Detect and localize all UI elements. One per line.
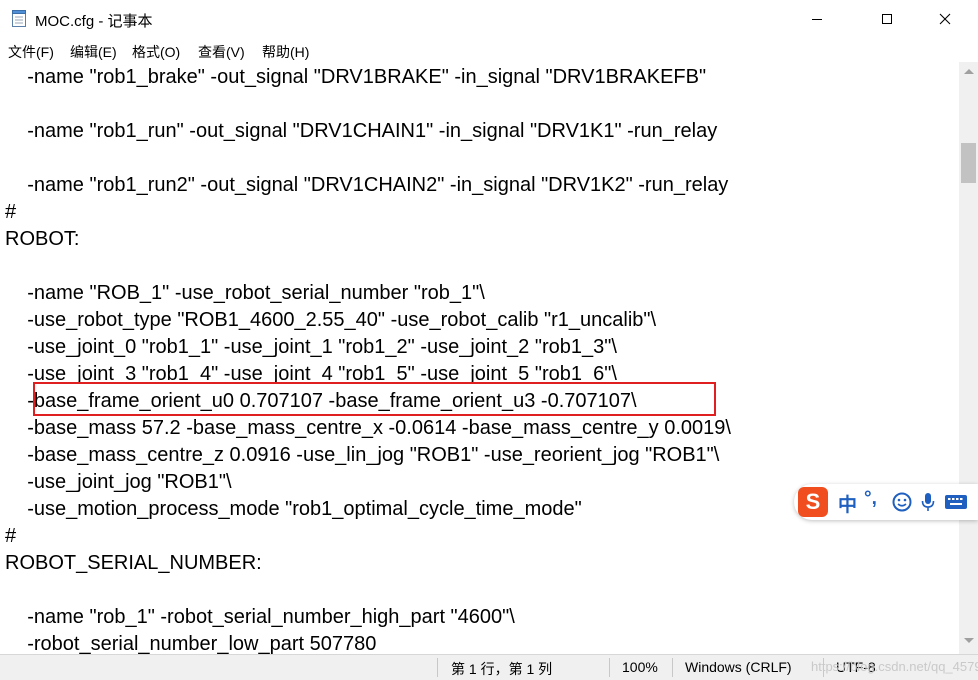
status-separator: [609, 658, 610, 677]
text-line: ROBOT:: [5, 228, 80, 250]
smiley-icon[interactable]: [892, 492, 912, 512]
ime-logo[interactable]: S: [798, 487, 828, 517]
close-icon: [939, 13, 951, 25]
status-separator: [437, 658, 438, 677]
minimize-icon: [812, 19, 822, 20]
scroll-down-icon[interactable]: [964, 638, 974, 643]
text-line: #: [5, 201, 17, 223]
ime-punct[interactable]: °,: [864, 488, 877, 510]
menu-view[interactable]: 查看(V): [198, 42, 245, 62]
text-line: #: [5, 525, 17, 547]
text-line: -use_joint_jog "ROB1"\: [5, 471, 232, 493]
menu-bar: 文件(F) 编辑(E) 格式(O) 查看(V) 帮助(H): [0, 38, 978, 62]
status-separator: [672, 658, 673, 677]
minimize-button[interactable]: [794, 0, 840, 38]
cursor-position: 第 1 行，第 1 列: [451, 661, 553, 677]
text-line: -base_mass 57.2 -base_mass_centre_x -0.0…: [5, 417, 731, 439]
window-title: MOC.cfg - 记事本: [35, 13, 153, 30]
text-editor[interactable]: -name "rob1_brake" -out_signal "DRV1BRAK…: [0, 62, 959, 654]
maximize-button[interactable]: [864, 0, 910, 38]
text-line: -name "rob1_run2" -out_signal "DRV1CHAIN…: [5, 174, 729, 196]
notepad-icon: [12, 10, 26, 27]
close-button[interactable]: [922, 0, 968, 38]
text-line: -name "rob_1" -robot_serial_number_high_…: [5, 606, 515, 628]
text-line: -name "ROB_1" -use_robot_serial_number "…: [5, 282, 485, 304]
status-bar: 第 1 行，第 1 列 100% Windows (CRLF) UTF-8 ht…: [0, 654, 978, 680]
highlight-box: [33, 382, 716, 416]
text-line: -base_mass_centre_z 0.0916 -use_lin_jog …: [5, 444, 720, 466]
text-line: -use_robot_type "ROB1_4600_2.55_40" -use…: [5, 309, 657, 331]
zoom-level: 100%: [622, 659, 658, 675]
scroll-up-icon[interactable]: [964, 69, 974, 74]
menu-edit[interactable]: 编辑(E): [70, 42, 117, 62]
text-line: -use_joint_0 "rob1_1" -use_joint_1 "rob1…: [5, 336, 617, 358]
vertical-scrollbar[interactable]: [959, 62, 978, 654]
microphone-icon[interactable]: [920, 492, 936, 512]
menu-file[interactable]: 文件(F): [8, 42, 54, 62]
keyboard-icon[interactable]: [944, 492, 968, 512]
line-ending: Windows (CRLF): [685, 659, 792, 675]
ime-toolbar[interactable]: S 中 °,: [794, 484, 978, 520]
scrollbar-thumb[interactable]: [961, 143, 976, 183]
text-line: -name "rob1_run" -out_signal "DRV1CHAIN1…: [5, 120, 718, 142]
menu-format[interactable]: 格式(O): [132, 42, 180, 62]
text-line: ROBOT_SERIAL_NUMBER:: [5, 552, 262, 574]
text-line: -use_motion_process_mode "rob1_optimal_c…: [5, 498, 582, 520]
ime-mode[interactable]: 中: [838, 490, 857, 517]
menu-help[interactable]: 帮助(H): [262, 42, 309, 62]
text-line: -robot_serial_number_low_part 507780: [5, 633, 377, 654]
title-bar: MOC.cfg - 记事本: [0, 0, 978, 38]
maximize-icon: [882, 14, 892, 24]
watermark: https://blog.csdn.net/qq_45799452: [811, 659, 978, 674]
text-line: -name "rob1_brake" -out_signal "DRV1BRAK…: [5, 66, 707, 88]
